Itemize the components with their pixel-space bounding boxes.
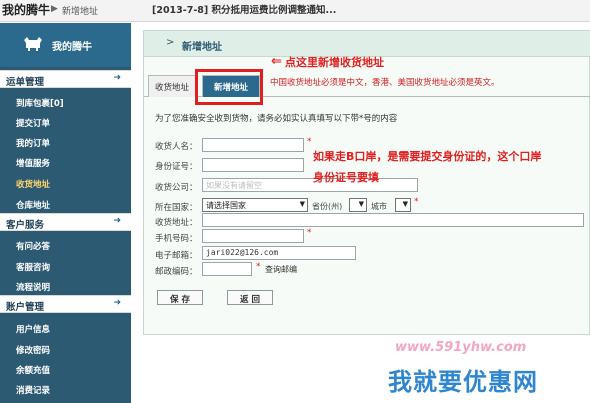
arrow-right-icon: ➜ [113, 216, 121, 226]
breadcrumb: 新增地址 [62, 7, 99, 17]
province-label: 省份(州) [312, 202, 343, 211]
address-label: 收货地址： [155, 218, 198, 228]
sidebar-section-label: 账户管理 [6, 302, 45, 313]
back-button[interactable]: 返 回 [227, 290, 273, 305]
sidebar-item-process[interactable]: 流程说明 [16, 281, 50, 293]
sidebar-item-faq[interactable]: 有问必答 [16, 240, 50, 252]
notice-link[interactable]: [2013-7-8] 积分抵用运费比例调整通知... [152, 2, 336, 16]
email-input[interactable]: jari022@126.com [202, 246, 356, 260]
required-mark: * [414, 197, 419, 207]
watermark-logo-text: 我就要优惠网 [388, 368, 538, 396]
country-label: 所在国家： [155, 203, 198, 213]
chevron-right-icon: > [166, 37, 175, 48]
sidebar-section-label: 客户服务 [6, 220, 45, 231]
bull-logo-icon [24, 37, 42, 51]
address-input[interactable] [202, 213, 584, 227]
address-language-hint: 中国收货地址必须是中文，香港、美国收货地址必须是英文。 [270, 78, 500, 88]
arrow-right-icon: ➜ [113, 298, 121, 308]
mobile-input[interactable] [202, 229, 304, 243]
sidebar-item-submit-order[interactable]: 提交订单 [16, 117, 50, 129]
id-number-label: 身份证号： [155, 162, 198, 172]
postcode-input[interactable] [202, 262, 252, 276]
sidebar-item-value-added[interactable]: 增值服务 [16, 157, 50, 169]
sidebar-section-account[interactable]: 账户管理 ➜ [0, 295, 131, 313]
chevron-down-icon: ▼ [402, 200, 408, 208]
sidebar-section-service[interactable]: 客户服务 ➜ [0, 213, 131, 231]
province-select[interactable]: ▼ [349, 198, 367, 212]
sidebar-item-arrived-packages[interactable]: 到库包裹[0] [16, 97, 64, 109]
required-mark: * [307, 137, 312, 147]
company-label: 收货公司： [155, 183, 198, 193]
receiver-label: 收货人名： [155, 142, 198, 152]
required-mark: * [256, 262, 261, 272]
city-select[interactable]: ▼ [395, 198, 411, 212]
email-label: 电子邮箱： [155, 251, 198, 261]
city-label: 城市 [371, 202, 387, 211]
annotation-arrow-icon: ⇐ [271, 54, 282, 69]
annotation-highlight-box [195, 69, 263, 105]
id-number-input[interactable] [202, 158, 304, 172]
sidebar-item-my-orders[interactable]: 我的订单 [16, 137, 50, 149]
arrow-right-icon: ➜ [113, 73, 121, 83]
sidebar-logo-text: 我的腾牛 [52, 42, 92, 53]
chevron-down-icon: ▼ [299, 200, 305, 208]
sidebar-item-spending[interactable]: 消费记录 [16, 384, 50, 396]
receiver-input[interactable] [202, 138, 304, 152]
annotation-id-note-line1: 如果走B口岸，是需要提交身份证的，这个口岸 [313, 150, 542, 163]
sidebar-item-support[interactable]: 客服咨询 [16, 261, 50, 273]
company-input[interactable]: 如果没有请留空 [202, 178, 418, 192]
watermark-url: www.591yhw.com [395, 340, 527, 355]
sidebar-item-change-password[interactable]: 修改密码 [16, 344, 50, 356]
breadcrumb-separator-icon: ▶ [51, 4, 58, 14]
sidebar-item-user-info[interactable]: 用户信息 [16, 323, 50, 335]
top-bar: 我的腾牛 ▶ 新增地址 [2013-7-8] 积分抵用运费比例调整通知... [0, 0, 590, 22]
sidebar-logo: 我的腾牛 [0, 23, 131, 67]
sidebar-item-warehouse[interactable]: 仓库地址 [16, 199, 50, 211]
sidebar-item-addresses[interactable]: 收货地址 [16, 178, 50, 190]
postcode-label: 邮政编码： [155, 267, 198, 277]
chevron-down-icon: ▼ [358, 200, 364, 208]
save-button[interactable]: 保 存 [157, 290, 203, 305]
site-title[interactable]: 我的腾牛 [2, 1, 50, 18]
annotation-id-note-line2: 身份证号要填 [313, 171, 379, 184]
form-intro: 为了您准确安全收到货物，请务必如实认真填写以下带*号的内容 [155, 114, 398, 124]
postcode-lookup-link[interactable]: 查询邮编 [265, 264, 297, 275]
sidebar: 我的腾牛 运单管理 ➜ 到库包裹[0] 提交订单 我的订单 增值服务 收货地址 … [0, 23, 131, 403]
required-mark: * [307, 228, 312, 238]
sidebar-section-label: 运单管理 [6, 77, 45, 88]
mobile-label: 手机号码： [155, 234, 198, 244]
sidebar-section-waybill[interactable]: 运单管理 ➜ [0, 70, 131, 88]
annotation-tab-note: 点这里新增收货地址 [285, 56, 384, 69]
tab-addresses[interactable]: 收货地址 [148, 75, 196, 97]
page-title: 新增地址 [182, 42, 222, 53]
sidebar-item-recharge[interactable]: 余额充值 [16, 364, 50, 376]
country-select-value: 请选择国家 [206, 201, 246, 210]
country-select[interactable]: 请选择国家 ▼ [202, 198, 308, 212]
